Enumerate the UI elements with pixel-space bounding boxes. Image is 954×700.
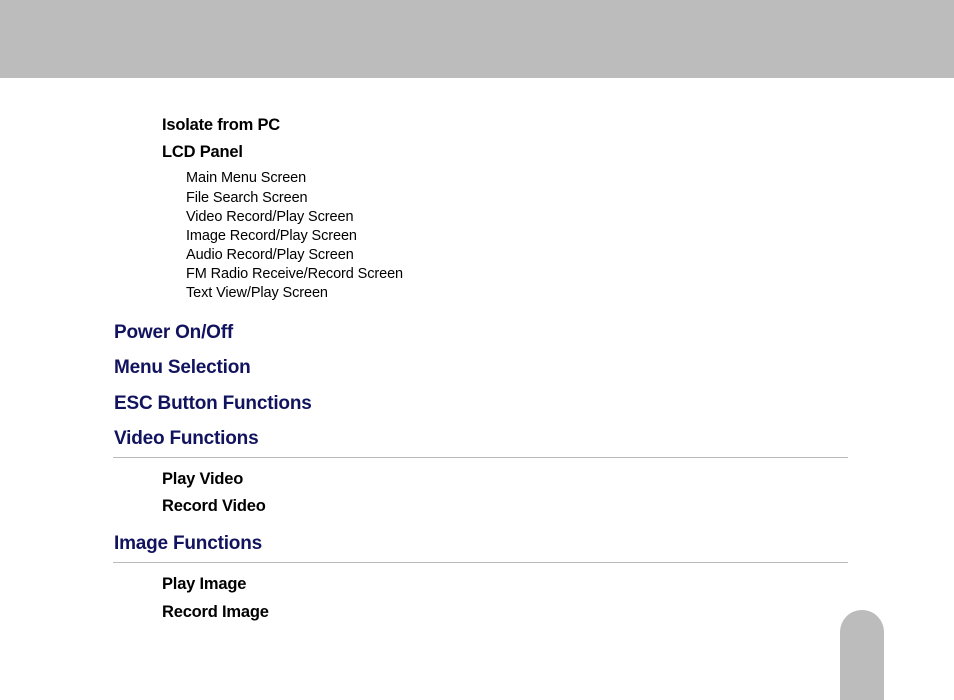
toc-section-menu-selection: Menu Selection [114, 350, 954, 385]
toc-sub-item: Play Image [162, 571, 954, 598]
toc-sub-item: Record Video [162, 493, 954, 520]
toc-sub-item: Isolate from PC [162, 112, 954, 139]
toc-section-esc-button: ESC Button Functions [114, 386, 954, 421]
toc-leaf-item: Text View/Play Screen [186, 284, 954, 303]
toc-leaf-item: Main Menu Screen [186, 169, 954, 188]
toc-section-image-functions: Image Functions [114, 526, 954, 561]
top-gray-bar [0, 0, 954, 78]
toc-leaf-item: File Search Screen [186, 189, 954, 208]
toc-sub-item: LCD Panel [162, 139, 954, 166]
toc-leaf-item: Video Record/Play Screen [186, 208, 954, 227]
toc-leaf-item: Image Record/Play Screen [186, 227, 954, 246]
toc-sub-item: Play Video [162, 466, 954, 493]
toc-content: Isolate from PC LCD Panel Main Menu Scre… [0, 78, 954, 626]
toc-section-power: Power On/Off [114, 315, 954, 350]
toc-sub-item: Record Image [162, 599, 954, 626]
page-tab-marker [840, 610, 884, 700]
section-divider [113, 562, 848, 563]
section-divider [113, 457, 848, 458]
toc-section-video-functions: Video Functions [114, 421, 954, 456]
toc-leaf-item: Audio Record/Play Screen [186, 246, 954, 265]
toc-leaf-item: FM Radio Receive/Record Screen [186, 265, 954, 284]
